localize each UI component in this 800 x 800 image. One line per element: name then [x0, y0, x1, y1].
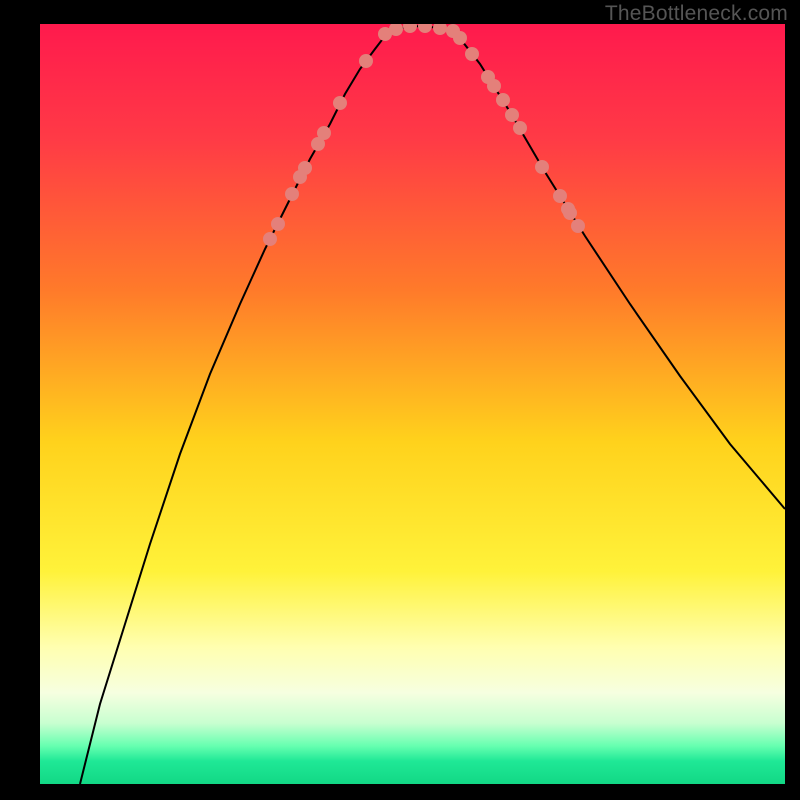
bead-point [465, 47, 479, 61]
bead-point [271, 217, 285, 231]
v-curve [80, 26, 785, 784]
bead-point [298, 161, 312, 175]
bead-point [487, 79, 501, 93]
bead-point [513, 121, 527, 135]
bead-point [285, 187, 299, 201]
bead-point [553, 189, 567, 203]
bead-point [317, 126, 331, 140]
watermark-text: TheBottleneck.com [605, 2, 788, 26]
bead-point [263, 232, 277, 246]
bead-point [418, 24, 432, 33]
bead-point [535, 160, 549, 174]
plot-area [40, 24, 785, 784]
bead-point [453, 31, 467, 45]
bead-point [403, 24, 417, 33]
frame: TheBottleneck.com [0, 0, 800, 800]
bead-point [571, 219, 585, 233]
bead-point [359, 54, 373, 68]
bead-group [263, 24, 585, 246]
bead-point [433, 24, 447, 35]
bead-point [505, 108, 519, 122]
bead-point [496, 93, 510, 107]
bead-point [333, 96, 347, 110]
bead-point [563, 206, 577, 220]
curve-svg [40, 24, 785, 784]
